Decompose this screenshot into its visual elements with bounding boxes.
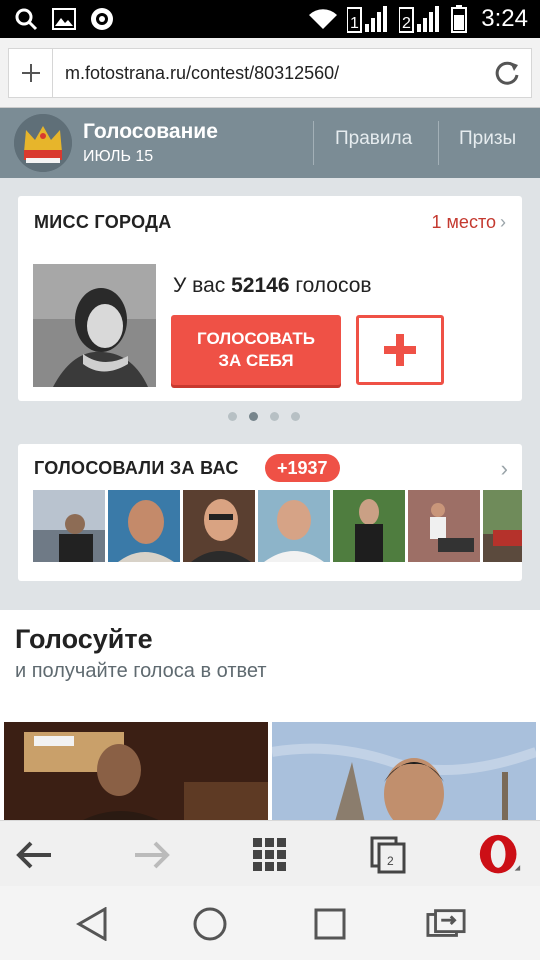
- app-header: Голосование ИЮЛЬ 15 Правила Призы: [0, 108, 540, 178]
- back-arrow-icon: [16, 841, 51, 869]
- voter-avatar[interactable]: [408, 490, 480, 562]
- tab-rules[interactable]: Правила: [335, 128, 412, 150]
- contest-title: МИСС ГОРОДА: [34, 212, 172, 232]
- new-tab-button[interactable]: [9, 49, 53, 97]
- plus-icon: [384, 334, 416, 366]
- voter-avatar[interactable]: [33, 490, 105, 562]
- url-text[interactable]: m.fotostrana.ru/contest/80312560/: [65, 63, 339, 84]
- reload-icon[interactable]: [493, 59, 521, 87]
- carousel-dot[interactable]: [270, 412, 279, 421]
- image-icon: [52, 8, 76, 30]
- carousel-dot[interactable]: [291, 412, 300, 421]
- nav-recents-icon: [314, 908, 346, 940]
- carousel-dot[interactable]: [228, 412, 237, 421]
- voter-avatar[interactable]: [183, 490, 255, 562]
- carousel-dots: [228, 412, 300, 421]
- signal-icon: 2: [399, 6, 440, 33]
- voter-avatar[interactable]: [483, 490, 522, 562]
- voters-thumbnails: [33, 490, 522, 562]
- divider: [438, 121, 439, 165]
- vote-self-button[interactable]: ГОЛОСОВАТЬ ЗА СЕБЯ: [171, 315, 341, 385]
- profile-photo[interactable]: [33, 264, 156, 387]
- system-nav-bar: [0, 886, 540, 960]
- wifi-icon: [309, 9, 338, 29]
- voters-card[interactable]: ГОЛОСОВАЛИ ЗА ВАС +1937 ›: [18, 444, 522, 581]
- nav-switch-icon: [426, 909, 466, 937]
- grid-icon: [253, 838, 286, 871]
- voter-avatar[interactable]: [258, 490, 330, 562]
- svg-text:1: 1: [350, 15, 359, 32]
- tab-prizes[interactable]: Призы: [459, 128, 516, 150]
- section-subtitle: и получайте голоса в ответ: [15, 660, 267, 682]
- chevron-right-icon[interactable]: ›: [501, 456, 508, 482]
- signal-icon: 1: [347, 6, 388, 33]
- section-title: Голосуйте: [15, 624, 153, 654]
- contest-card: МИСС ГОРОДА 1 место › У вас 52146 голосов…: [18, 196, 522, 401]
- status-bar: 1 2 3:24: [0, 0, 540, 38]
- votes-count: 52146: [231, 274, 290, 297]
- nav-back-icon: [76, 907, 107, 941]
- back-button[interactable]: [12, 833, 56, 877]
- nav-recents-button[interactable]: [310, 904, 350, 944]
- browser-toolbar: 2: [0, 820, 540, 886]
- page-title: Голосование: [83, 120, 218, 143]
- rank-link[interactable]: 1 место ›: [432, 212, 506, 233]
- voters-count-badge: +1937: [265, 454, 340, 482]
- address-bar: m.fotostrana.ru/contest/80312560/: [0, 38, 540, 108]
- speed-dial-button[interactable]: [248, 833, 292, 877]
- search-icon: [15, 8, 38, 31]
- plus-icon: [21, 64, 40, 82]
- clock: 3:24: [481, 5, 528, 32]
- battery-icon: [451, 5, 468, 33]
- carousel-dot[interactable]: [249, 412, 258, 421]
- add-vote-button[interactable]: [356, 315, 444, 385]
- chevron-right-icon: ›: [500, 212, 506, 232]
- opera-menu-button[interactable]: [478, 833, 522, 877]
- tabs-button[interactable]: 2: [366, 833, 410, 877]
- candidate-photo[interactable]: [272, 722, 536, 832]
- svg-text:2: 2: [387, 854, 394, 868]
- page-subtitle: ИЮЛЬ 15: [83, 148, 154, 165]
- opera-icon: [479, 834, 521, 874]
- divider: [313, 121, 314, 165]
- crown-avatar[interactable]: [14, 114, 72, 172]
- tabs-icon: 2: [370, 836, 406, 874]
- nav-home-icon: [193, 907, 227, 941]
- nav-back-button[interactable]: [72, 904, 112, 944]
- votes-text: У вас 52146 голосов: [173, 274, 372, 297]
- nav-home-button[interactable]: [190, 904, 230, 944]
- forward-button[interactable]: [130, 833, 174, 877]
- shield-icon: [91, 8, 113, 30]
- url-field[interactable]: m.fotostrana.ru/contest/80312560/: [8, 48, 532, 98]
- forward-arrow-icon: [135, 841, 170, 869]
- voters-title: ГОЛОСОВАЛИ ЗА ВАС: [34, 458, 239, 478]
- svg-text:2: 2: [402, 15, 411, 32]
- voter-avatar[interactable]: [108, 490, 180, 562]
- candidate-photo[interactable]: [4, 722, 268, 832]
- nav-switch-button[interactable]: [426, 904, 466, 944]
- voter-avatar[interactable]: [333, 490, 405, 562]
- rank-label: 1 место: [431, 212, 496, 232]
